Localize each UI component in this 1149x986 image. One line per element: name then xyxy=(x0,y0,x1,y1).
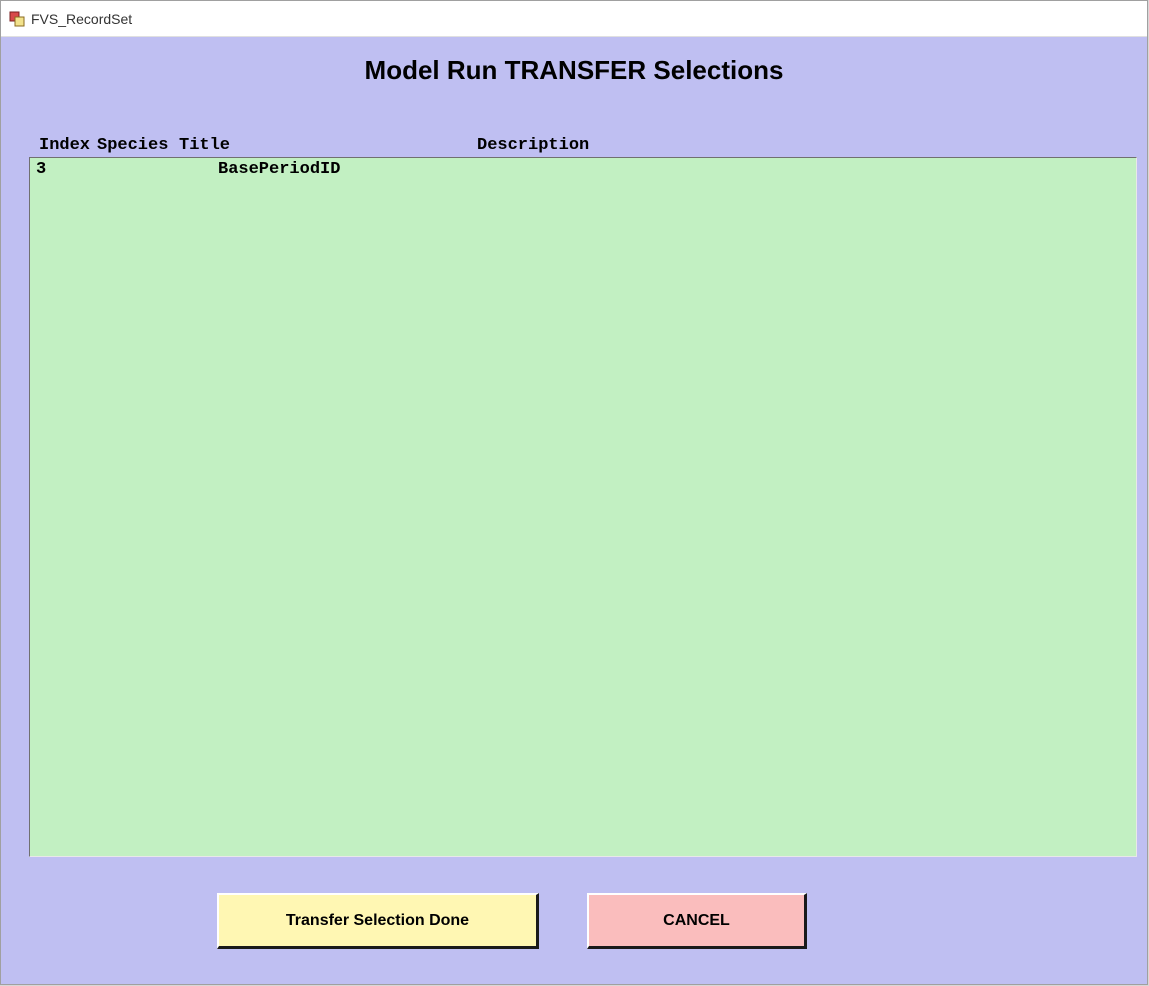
page-title: Model Run TRANSFER Selections xyxy=(1,55,1147,86)
column-header-species: Species xyxy=(97,136,179,155)
cancel-button[interactable]: CANCEL xyxy=(587,893,807,949)
column-header-title: Title xyxy=(179,136,477,155)
transfer-selection-done-button[interactable]: Transfer Selection Done xyxy=(217,893,539,949)
cell-index: 3 xyxy=(36,160,102,180)
column-header-description: Description xyxy=(477,136,1147,155)
cell-description xyxy=(498,160,1136,180)
column-header-index: Index xyxy=(39,136,97,155)
client-area: Model Run TRANSFER Selections Index Spec… xyxy=(1,37,1147,984)
window-title: FVS_RecordSet xyxy=(31,11,132,27)
cell-species xyxy=(102,160,218,180)
button-bar: Transfer Selection Done CANCEL xyxy=(1,893,1147,949)
window-frame: FVS_RecordSet Model Run TRANSFER Selecti… xyxy=(0,0,1148,985)
app-icon xyxy=(9,11,25,27)
titlebar: FVS_RecordSet xyxy=(1,1,1147,37)
list-item[interactable]: 3 BasePeriodID xyxy=(30,158,1136,182)
cell-title: BasePeriodID xyxy=(218,160,498,180)
list-panel[interactable]: 3 BasePeriodID xyxy=(29,157,1137,857)
list-header: Index Species Title Description xyxy=(1,136,1147,155)
